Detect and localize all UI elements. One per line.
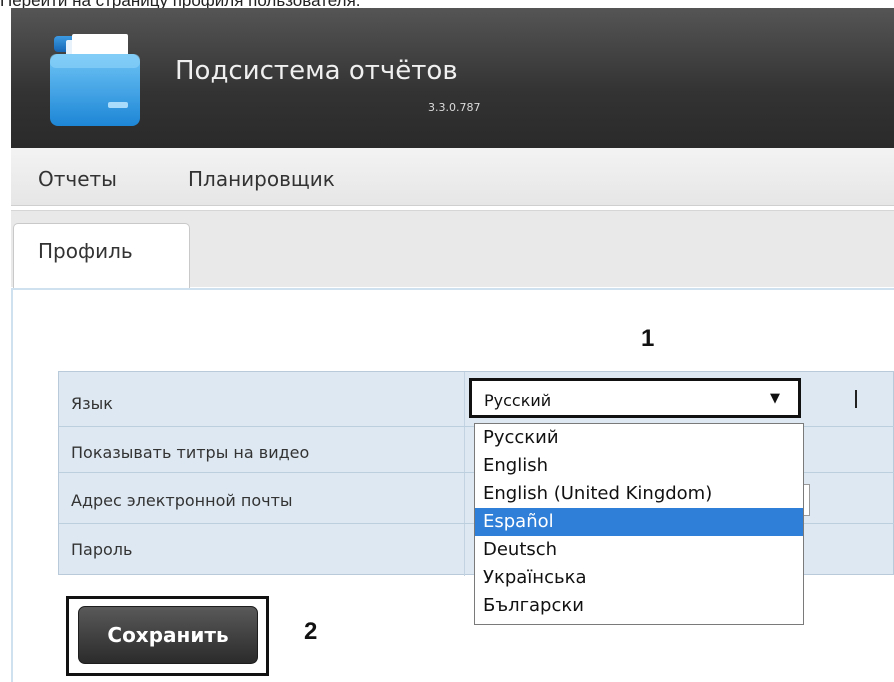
folder-icon (50, 34, 140, 126)
annotation-1: 1 (641, 325, 655, 352)
tab-profile-label: Профиль (38, 239, 133, 263)
annotation-2: 2 (304, 618, 318, 645)
language-select[interactable]: Русский ▼ (469, 378, 801, 418)
row-label-password: Пароль (71, 540, 133, 559)
chevron-down-icon: ▼ (770, 391, 780, 406)
app-title: Подсистема отчётов (175, 56, 458, 86)
language-option-german[interactable]: Deutsch (475, 536, 803, 564)
email-field[interactable] (804, 484, 810, 516)
language-select-value: Русский (484, 391, 552, 410)
language-option-english[interactable]: English (475, 452, 803, 480)
language-dropdown: Русский English English (United Kingdom)… (474, 423, 804, 625)
app-header: Подсистема отчётов 3.3.0.787 (11, 8, 894, 148)
row-label-subtitles: Показывать титры на видео (71, 443, 310, 462)
text-cursor-icon (855, 390, 857, 408)
row-label-email: Адрес электронной почты (71, 491, 293, 510)
nav-item-reports[interactable]: Отчеты (38, 167, 117, 191)
language-option-bulgarian[interactable]: Български (475, 592, 803, 620)
language-option-english-uk[interactable]: English (United Kingdom) (475, 480, 803, 508)
main-nav: Отчеты Планировщик (11, 148, 894, 206)
nav-item-scheduler[interactable]: Планировщик (188, 167, 335, 191)
language-option-spanish[interactable]: Español (475, 508, 803, 536)
language-option-russian[interactable]: Русский (475, 424, 803, 452)
language-option-ukrainian[interactable]: Українська (475, 564, 803, 592)
app-version: 3.3.0.787 (428, 101, 481, 114)
row-label-language: Язык (71, 394, 113, 413)
column-divider (464, 372, 465, 576)
save-button[interactable]: Сохранить (78, 606, 258, 664)
